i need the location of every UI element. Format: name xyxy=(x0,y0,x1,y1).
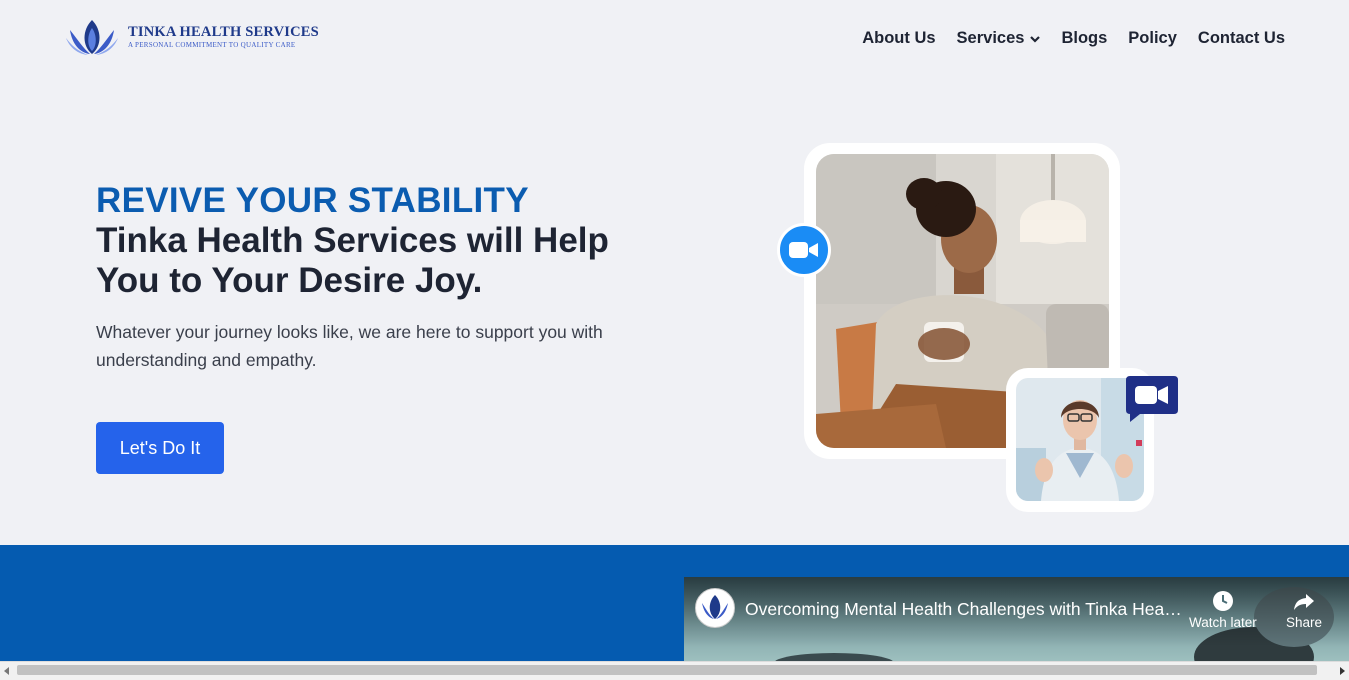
share-button[interactable]: Share xyxy=(1286,589,1322,630)
scrollbar-thumb[interactable] xyxy=(17,665,1317,675)
video-call-badge xyxy=(777,223,831,277)
video-chat-icon xyxy=(1126,376,1178,422)
video-call-icon xyxy=(789,242,818,258)
lotus-icon xyxy=(66,20,118,55)
doctor-image xyxy=(1016,378,1144,501)
hero-eyebrow: REVIVE YOUR STABILITY xyxy=(96,181,529,220)
nav-contact-us[interactable]: Contact Us xyxy=(1198,29,1285,48)
horizontal-scrollbar[interactable] xyxy=(0,661,1349,680)
main-nav: About Us Services Blogs Policy Contact U… xyxy=(862,29,1285,48)
nav-services-label: Services xyxy=(956,29,1025,47)
nav-blogs[interactable]: Blogs xyxy=(1061,29,1107,48)
watch-later-button[interactable]: Watch later xyxy=(1189,589,1257,630)
brand-tagline: A PERSONAL COMMITMENT TO QUALITY CARE xyxy=(128,41,296,49)
nav-services[interactable]: Services xyxy=(957,29,1041,48)
scroll-left-icon[interactable] xyxy=(4,667,9,675)
scroll-right-icon[interactable] xyxy=(1340,667,1345,675)
lets-do-it-button[interactable]: Let's Do It xyxy=(96,422,224,474)
embedded-video-player[interactable]: Overcoming Mental Health Challenges with… xyxy=(684,577,1349,663)
video-title[interactable]: Overcoming Mental Health Challenges with… xyxy=(745,599,1185,620)
brand-logo[interactable]: TINKA HEALTH SERVICES A PERSONAL COMMITM… xyxy=(66,18,319,56)
nav-policy[interactable]: Policy xyxy=(1128,29,1177,48)
brand-name: TINKA HEALTH SERVICES xyxy=(128,24,319,40)
site-header: TINKA HEALTH SERVICES A PERSONAL COMMITM… xyxy=(0,0,1349,78)
chevron-down-icon xyxy=(1030,35,1041,43)
hero-description: Whatever your journey looks like, we are… xyxy=(96,322,603,370)
share-icon xyxy=(1294,594,1315,610)
share-label: Share xyxy=(1286,615,1323,630)
clock-icon xyxy=(1212,591,1233,611)
hero-title: Tinka Health Services will Help You to Y… xyxy=(96,221,609,300)
channel-avatar[interactable] xyxy=(695,588,735,628)
doctor-photo xyxy=(1016,378,1144,501)
watch-later-label: Watch later xyxy=(1189,615,1257,630)
nav-about-us[interactable]: About Us xyxy=(862,29,935,48)
lotus-icon xyxy=(697,590,733,626)
